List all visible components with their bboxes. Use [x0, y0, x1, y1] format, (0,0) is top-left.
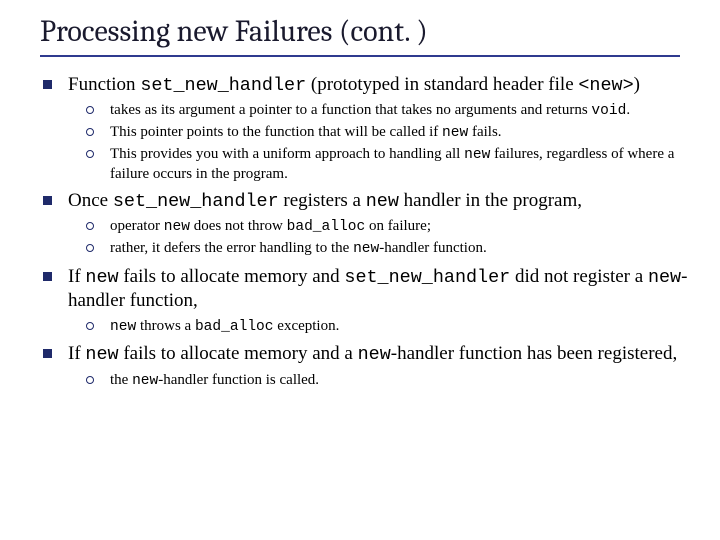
code: new — [358, 344, 391, 365]
code: new — [442, 125, 468, 141]
text: fails. — [468, 124, 501, 140]
bullet-list: Function set_new_handler (prototyped in … — [40, 73, 690, 391]
text: throws a — [136, 318, 195, 334]
text: exception. — [274, 318, 340, 334]
text: (prototyped in standard header file — [306, 74, 578, 95]
code: new — [366, 191, 399, 212]
text: registers a — [279, 190, 366, 211]
code: new — [132, 373, 158, 389]
text: on failure; — [365, 218, 431, 234]
text: the — [110, 372, 132, 388]
code: new — [85, 344, 118, 365]
sub-list: takes as its argument a pointer to a fun… — [68, 101, 690, 183]
sub-list: new throws a bad_alloc exception. — [68, 317, 690, 337]
code: set_new_handler — [140, 75, 306, 96]
text: handler in the program, — [399, 190, 582, 211]
text: does not throw — [190, 218, 287, 234]
bullet-3: If new fails to allocate memory and set_… — [40, 265, 690, 336]
code: new — [110, 319, 136, 335]
text: -handler function has been registered, — [391, 343, 677, 364]
code: bad_alloc — [195, 319, 274, 335]
text: . — [626, 102, 630, 118]
bullet-4: If new fails to allocate memory and a ne… — [40, 342, 690, 390]
text: fails to allocate memory and a — [119, 343, 358, 364]
text: fails to allocate memory and — [119, 266, 345, 287]
title-rule — [40, 55, 680, 57]
bullet-1: Function set_new_handler (prototyped in … — [40, 73, 690, 183]
slide-title: Processing new Failures (cont. ) — [40, 14, 690, 51]
code: <new> — [578, 75, 633, 96]
sub-list: operator new does not throw bad_alloc on… — [68, 217, 690, 258]
bullet-2: Once set_new_handler registers a new han… — [40, 189, 690, 259]
sub-bullet: This provides you with a uniform approac… — [68, 145, 690, 183]
text: This provides you with a uniform approac… — [110, 146, 464, 162]
sub-bullet: This pointer points to the function that… — [68, 123, 690, 143]
text: If — [68, 343, 85, 364]
text: operator — [110, 218, 164, 234]
text: takes as its argument a pointer to a fun… — [110, 102, 591, 118]
code: void — [591, 103, 626, 119]
sub-list: the new-handler function is called. — [68, 371, 690, 391]
text: did not register a — [510, 266, 648, 287]
text: -handler function is called. — [158, 372, 319, 388]
sub-bullet: takes as its argument a pointer to a fun… — [68, 101, 690, 121]
sub-bullet: operator new does not throw bad_alloc on… — [68, 217, 690, 237]
code: set_new_handler — [113, 191, 279, 212]
slide: Processing new Failures (cont. ) Functio… — [0, 0, 720, 540]
code: new — [85, 267, 118, 288]
text: If — [68, 266, 85, 287]
code: new — [164, 219, 190, 235]
code: new — [353, 241, 379, 257]
text: rather, it defers the error handling to … — [110, 240, 353, 256]
sub-bullet: the new-handler function is called. — [68, 371, 690, 391]
text: Function — [68, 74, 140, 95]
code: set_new_handler — [344, 267, 510, 288]
sub-bullet: rather, it defers the error handling to … — [68, 239, 690, 259]
code: new — [648, 267, 681, 288]
text: ) — [634, 74, 640, 95]
code: bad_alloc — [287, 219, 366, 235]
code: new — [464, 147, 490, 163]
text: This pointer points to the function that… — [110, 124, 442, 140]
sub-bullet: new throws a bad_alloc exception. — [68, 317, 690, 337]
text: -handler function. — [379, 240, 486, 256]
text: Once — [68, 190, 113, 211]
